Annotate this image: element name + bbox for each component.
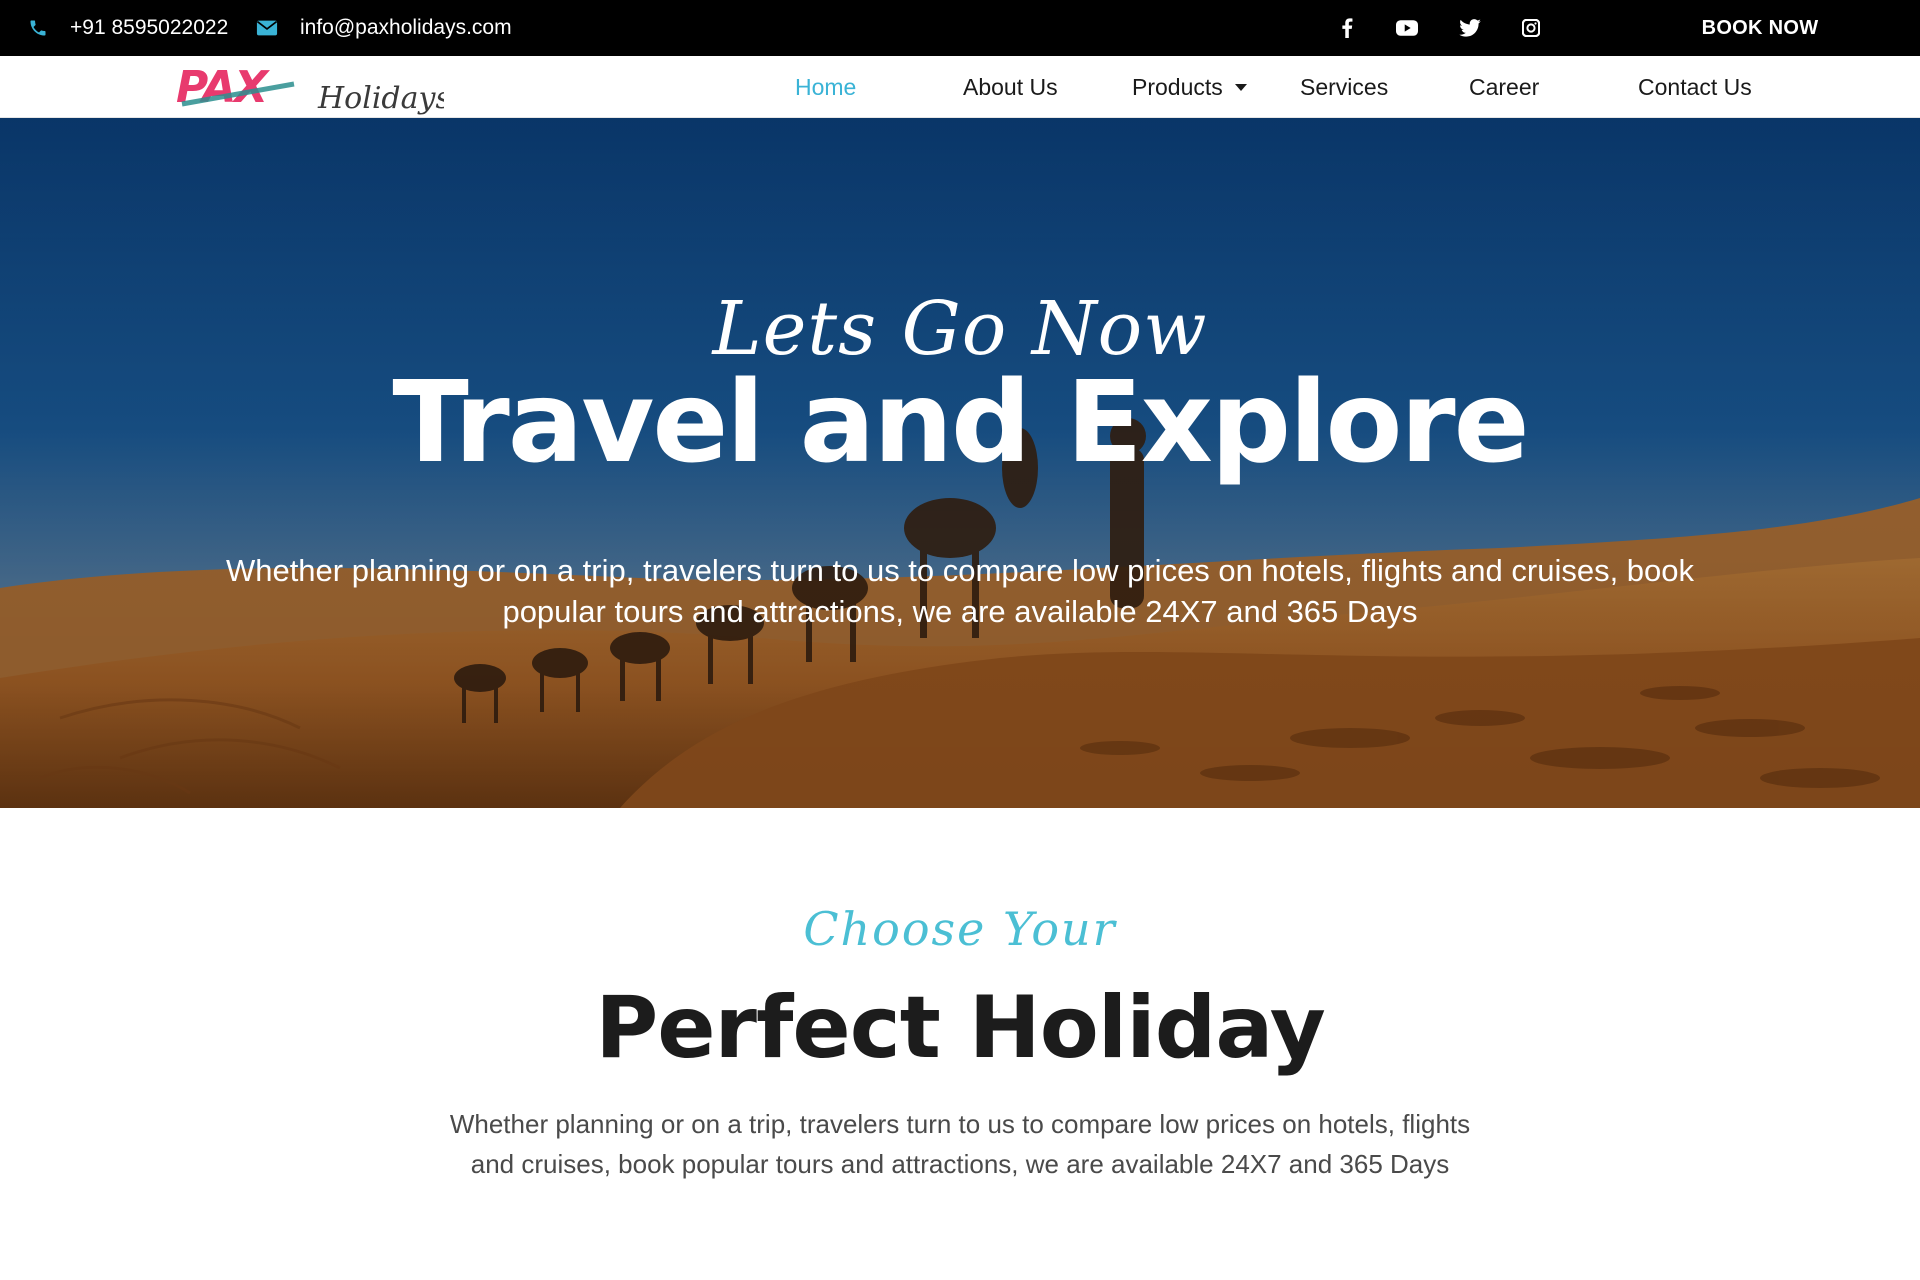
nav-career-label: Career — [1469, 73, 1540, 100]
email-address: info@paxholidays.com — [300, 16, 512, 39]
logo-text: Holidays — [317, 81, 444, 116]
phone-icon — [30, 20, 46, 36]
nav-services[interactable]: Services — [1300, 56, 1388, 118]
nav-products-label: Products — [1132, 73, 1223, 100]
nav-about-label: About Us — [963, 73, 1058, 100]
pax-holidays-logo[interactable]: PAX Holidays — [174, 62, 451, 116]
facebook-icon[interactable] — [1332, 0, 1362, 56]
envelope-icon — [256, 20, 278, 36]
hero-headline: Travel and Explore — [392, 358, 1529, 488]
nav-about-us[interactable]: About Us — [963, 56, 1058, 118]
nav-contact-label: Contact Us — [1638, 73, 1752, 100]
nav-services-label: Services — [1300, 73, 1389, 100]
section-description: Whether planning or on a trip, travelers… — [449, 1109, 1471, 1179]
nav-products[interactable]: Products — [1132, 56, 1247, 118]
nav-home[interactable]: Home — [795, 56, 856, 118]
nav-home-label: Home — [795, 73, 857, 100]
main-navbar: PAX Holidays Home About Us Products Serv… — [0, 56, 1920, 118]
email-contact[interactable]: info@paxholidays.com — [256, 0, 512, 56]
nav-contact-us[interactable]: Contact Us — [1638, 56, 1752, 118]
top-bar: +91 8595022022 info@paxholidays.com BOOK… — [0, 0, 1920, 56]
instagram-icon[interactable] — [1516, 0, 1546, 56]
hero-description: Whether planning or on a trip, travelers… — [225, 553, 1695, 629]
twitter-icon[interactable] — [1455, 0, 1485, 56]
hero-banner: Lets Go Now Travel and Explore Whether p… — [0, 118, 1920, 808]
phone-number: +91 8595022022 — [70, 16, 229, 39]
nav-career[interactable]: Career — [1469, 56, 1539, 118]
youtube-icon[interactable] — [1392, 0, 1422, 56]
book-now-button[interactable]: BOOK NOW — [1680, 0, 1840, 56]
section-title: Perfect Holiday — [595, 978, 1326, 1078]
section-script-tagline: Choose Your — [803, 902, 1117, 956]
perfect-holiday-section: Choose Your Perfect Holiday Whether plan… — [0, 808, 1920, 1280]
caret-down-icon — [1234, 83, 1247, 91]
phone-contact[interactable]: +91 8595022022 — [28, 0, 228, 56]
